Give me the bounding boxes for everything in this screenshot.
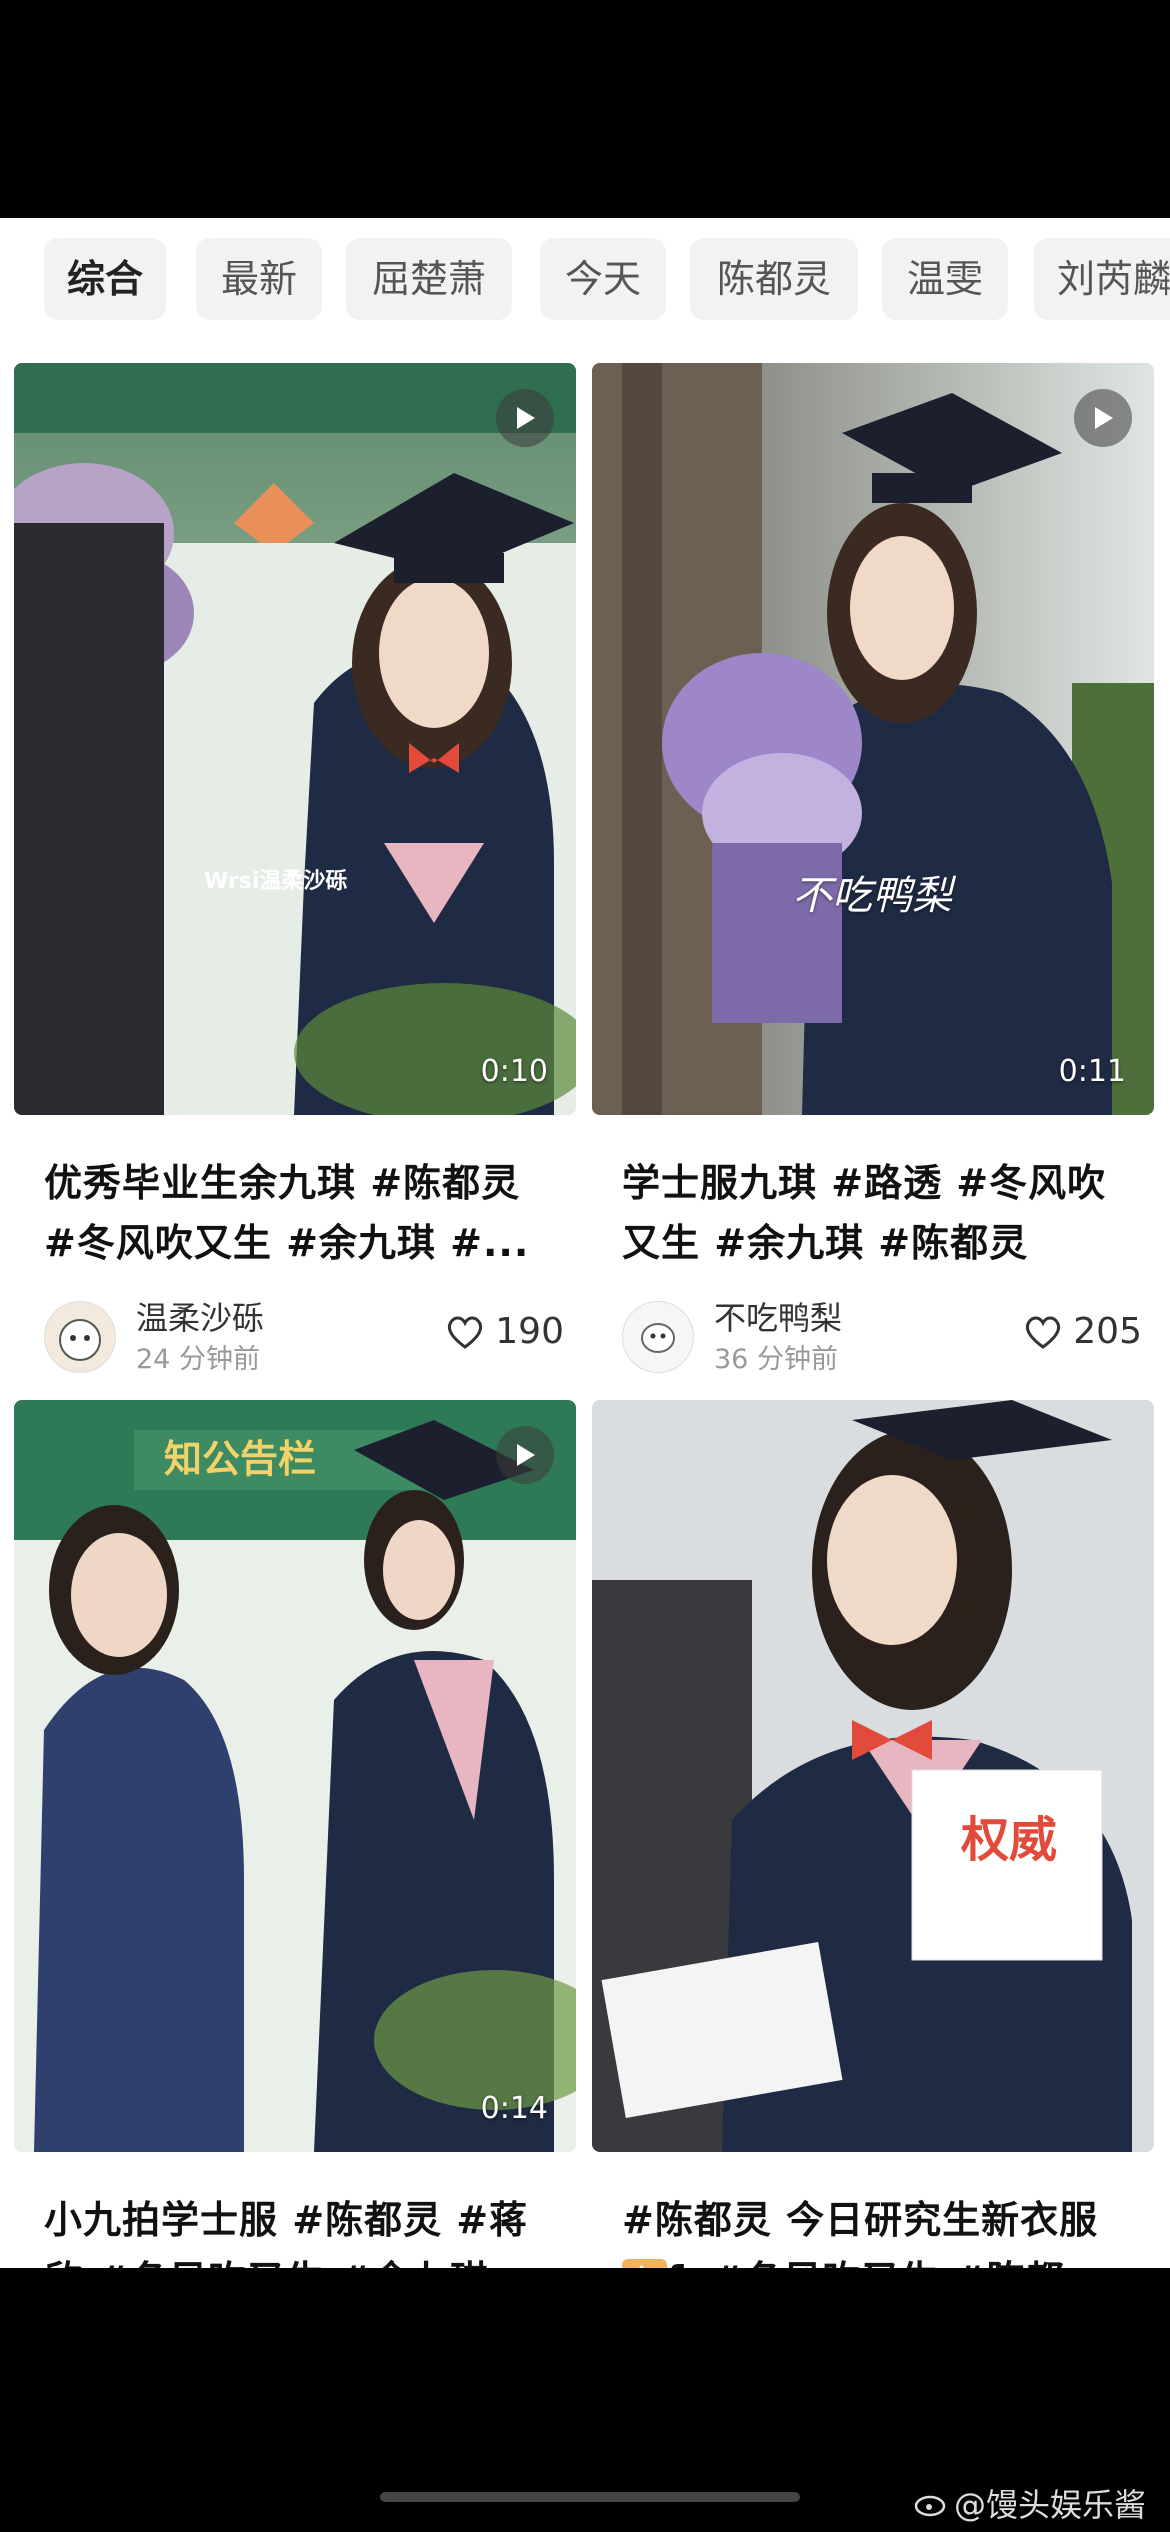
caption-line: 有fo#冬风吹又生 #陈都... xyxy=(622,2250,1142,2268)
caption-line: #冬风吹又生 #余九琪 #... xyxy=(44,1221,530,1265)
video-card[interactable]: Wrsi温柔沙砾 0:10 优秀毕业生余九琪 #陈都灵 #冬风吹又生 #余九琪 … xyxy=(14,363,576,1375)
video-caption: 学士服九琪 #路透 #冬风吹 又生 #余九琪 #陈都灵 xyxy=(622,1153,1142,1273)
thumbnail-image xyxy=(592,1400,1154,2152)
video-card[interactable]: 权威 #陈都灵 今日研究生新衣服 有fo#冬风吹又生 #陈都... xyxy=(592,1400,1154,2268)
video-card[interactable]: 知公告栏 0:14 小九拍学士服 #陈都灵 #蒋 欣 #冬风吹又生 #余九琪 xyxy=(14,1400,576,2268)
play-icon[interactable] xyxy=(1074,389,1132,447)
app-screen: 综合 最新 屈楚萧 今天 陈都灵 温雯 刘芮麟 Wrsi温柔沙砾 0:10 优秀… xyxy=(0,218,1170,2268)
video-duration: 0:14 xyxy=(480,2091,548,2126)
watermark: @馒头娱乐酱 xyxy=(914,2480,1146,2526)
play-icon[interactable] xyxy=(496,1426,554,1484)
tab-liu-ruilin[interactable]: 刘芮麟 xyxy=(1034,238,1170,320)
video-caption: 小九拍学士服 #陈都灵 #蒋 欣 #冬风吹又生 #余九琪 xyxy=(44,2190,564,2268)
author-row: 温柔沙砾 24 分钟前 190 xyxy=(44,1293,564,1375)
avatar[interactable] xyxy=(44,1301,116,1373)
caption-text: fo#冬风吹又生 #陈都... xyxy=(667,2258,1111,2268)
caption-badge: 有 xyxy=(622,2259,668,2268)
video-duration: 0:11 xyxy=(1058,1054,1126,1089)
image-overlay-text: 知公告栏 xyxy=(164,1437,317,1481)
like-count: 205 xyxy=(1073,1311,1142,1352)
author-row: 不吃鸭梨 36 分钟前 205 xyxy=(622,1293,1142,1375)
image-overlay-text: 不吃鸭梨 xyxy=(792,873,952,919)
caption-line: 又生 #余九琪 #陈都灵 xyxy=(622,1221,1029,1265)
tab-today[interactable]: 今天 xyxy=(540,238,666,320)
tab-latest[interactable]: 最新 xyxy=(196,238,322,320)
caption-line: #陈都灵 今日研究生新衣服 xyxy=(622,2198,1099,2242)
video-duration: 0:10 xyxy=(480,1054,548,1089)
avatar[interactable] xyxy=(622,1301,694,1373)
home-indicator[interactable] xyxy=(380,2492,800,2502)
like-count: 190 xyxy=(495,1311,564,1352)
video-thumbnail[interactable]: 知公告栏 0:14 xyxy=(14,1400,576,2152)
video-caption: #陈都灵 今日研究生新衣服 有fo#冬风吹又生 #陈都... xyxy=(622,2190,1142,2268)
sticker-text: 权威 xyxy=(960,1812,1057,1868)
heart-icon xyxy=(1026,1316,1061,1349)
tab-chen-duling[interactable]: 陈都灵 xyxy=(690,238,858,320)
thumbnail-image xyxy=(592,363,1154,1115)
video-thumbnail[interactable]: 不吃鸭梨 0:11 xyxy=(592,363,1154,1115)
caption-line: 学士服九琪 #路透 #冬风吹 xyxy=(622,1161,1107,1205)
tab-comprehensive[interactable]: 综合 xyxy=(44,238,166,320)
tab-qu-chuxiao[interactable]: 屈楚萧 xyxy=(346,238,512,320)
caption-line: 欣 #冬风吹又生 #余九琪 xyxy=(44,2250,564,2268)
caption-line: 优秀毕业生余九琪 #陈都灵 xyxy=(44,1161,521,1205)
thumbnail-image xyxy=(14,1400,576,2152)
post-time: 24 分钟前 xyxy=(136,1344,260,1375)
filter-tabs: 综合 最新 屈楚萧 今天 陈都灵 温雯 刘芮麟 xyxy=(0,218,1170,348)
author-name[interactable]: 温柔沙砾 xyxy=(136,1293,264,1339)
heart-icon xyxy=(448,1316,483,1349)
video-caption: 优秀毕业生余九琪 #陈都灵 #冬风吹又生 #余九琪 #... xyxy=(44,1153,564,1273)
video-card[interactable]: 不吃鸭梨 0:11 学士服九琪 #路透 #冬风吹 又生 #余九琪 #陈都灵 不吃… xyxy=(592,363,1154,1375)
like-button[interactable]: 205 xyxy=(1023,1311,1142,1352)
thumbnail-image xyxy=(14,363,576,1115)
video-thumbnail[interactable]: Wrsi温柔沙砾 0:10 xyxy=(14,363,576,1115)
author-name[interactable]: 不吃鸭梨 xyxy=(714,1293,842,1339)
watermark-text: @馒头娱乐酱 xyxy=(953,2486,1146,2524)
weibo-icon xyxy=(914,2495,946,2517)
video-thumbnail[interactable]: 权威 xyxy=(592,1400,1154,2152)
tab-wen-wen[interactable]: 温雯 xyxy=(882,238,1008,320)
like-button[interactable]: 190 xyxy=(445,1311,564,1352)
play-icon[interactable] xyxy=(496,389,554,447)
post-time: 36 分钟前 xyxy=(714,1344,838,1375)
image-overlay-text: Wrsi温柔沙砾 xyxy=(204,869,348,894)
caption-line: 小九拍学士服 #陈都灵 #蒋 xyxy=(44,2198,529,2242)
